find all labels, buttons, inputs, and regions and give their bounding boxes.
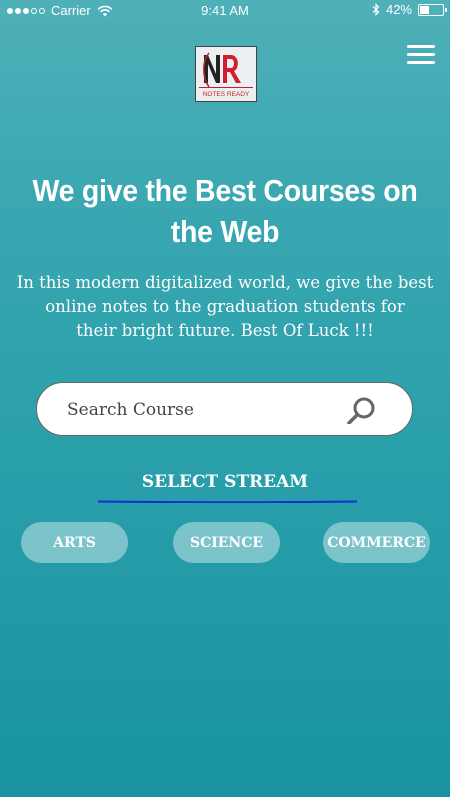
search-bar [36, 382, 413, 436]
hero-title: We give the Best Courses on the Web [32, 173, 418, 249]
heading-underline [98, 500, 357, 503]
status-bar: Carrier 9:41 AM 42% [0, 0, 450, 22]
battery-percent: 42% [385, 2, 412, 17]
bluetooth-icon [372, 3, 380, 16]
stream-button-arts[interactable]: ARTS [21, 522, 128, 563]
stream-button-science[interactable]: SCIENCE [173, 522, 280, 563]
tagline-line: online notes to the graduation students … [45, 297, 405, 316]
notes-ready-logo: NOTES READY [195, 46, 257, 102]
search-input[interactable] [65, 396, 339, 424]
hamburger-menu-icon[interactable] [407, 45, 435, 65]
stream-button-commerce[interactable]: COMMERCE [323, 522, 430, 563]
select-stream-heading: SELECT STREAM [141, 472, 309, 492]
battery-icon [418, 3, 447, 16]
search-icon[interactable] [345, 396, 379, 424]
logo-subtitle: NOTES READY [203, 91, 250, 98]
tagline-line: In this modern digitalized world, we giv… [16, 273, 434, 292]
tagline-line: their bright future. Best Of Luck !!! [76, 321, 374, 340]
status-right: 42% [372, 2, 447, 17]
hero-tagline: In this modern digitalized world, we giv… [0, 271, 450, 343]
